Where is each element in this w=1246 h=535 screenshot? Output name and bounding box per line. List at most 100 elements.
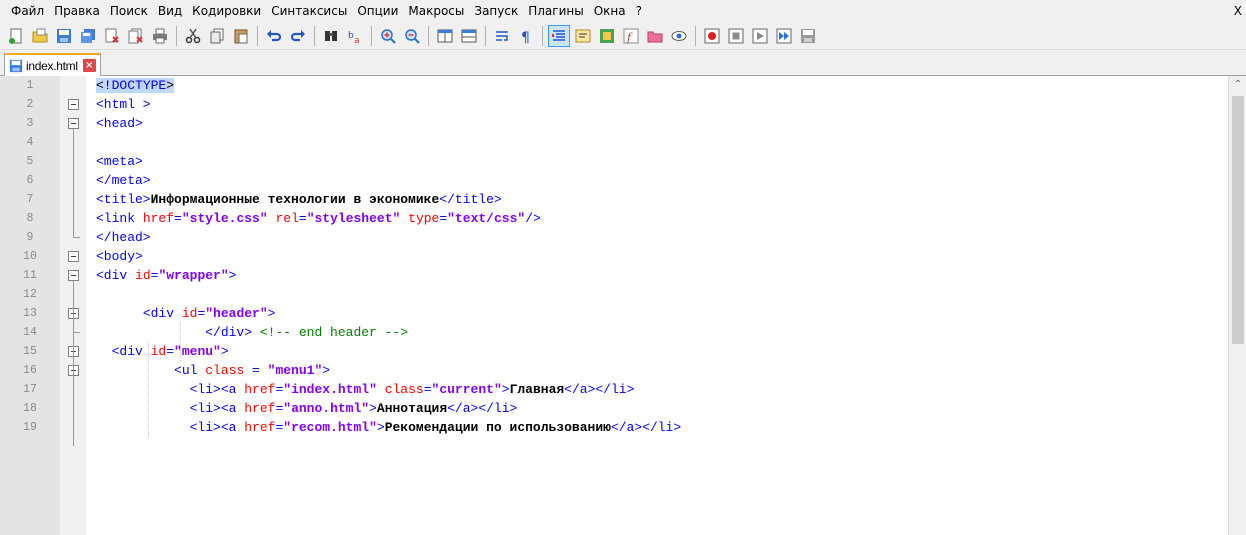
line-number: 15 xyxy=(23,345,37,358)
code-token-tag: = xyxy=(166,344,175,359)
zoom-in-icon[interactable] xyxy=(378,26,398,46)
menu-item-11[interactable]: ? xyxy=(631,0,647,22)
code-token-attr: class xyxy=(384,382,424,397)
redo-icon[interactable] xyxy=(288,26,308,46)
save-all-icon[interactable] xyxy=(78,26,98,46)
code-line[interactable]: </div> <!-- end header --> xyxy=(86,323,1228,342)
svg-text:a: a xyxy=(354,36,360,44)
save-icon[interactable] xyxy=(54,26,74,46)
code-line[interactable] xyxy=(86,285,1228,304)
code-line[interactable]: <div id="menu"> xyxy=(86,342,1228,361)
copy-icon[interactable] xyxy=(207,26,227,46)
close-all-icon[interactable] xyxy=(126,26,146,46)
menu-item-5[interactable]: Синтаксисы xyxy=(266,0,352,22)
code-line[interactable]: <li><a href="anno.html">Аннотация</a></l… xyxy=(86,399,1228,418)
code-area[interactable]: <!DOCTYPE> <html > <head> <meta> </meta> <tit… xyxy=(86,76,1228,535)
word-wrap-icon[interactable] xyxy=(492,26,512,46)
scroll-up-icon[interactable]: ⌃ xyxy=(1229,76,1246,94)
stop-macro-icon[interactable] xyxy=(726,26,746,46)
code-token-val: "index.html" xyxy=(283,382,377,397)
open-file-icon[interactable] xyxy=(30,26,50,46)
code-line[interactable]: <link href="style.css" rel="stylesheet" … xyxy=(86,209,1228,228)
replace-icon[interactable]: ba xyxy=(345,26,365,46)
svg-text:¶: ¶ xyxy=(521,30,530,44)
undo-icon[interactable] xyxy=(264,26,284,46)
code-line[interactable]: <head> xyxy=(86,114,1228,133)
run-macro-multiple-icon[interactable] xyxy=(774,26,794,46)
code-token-tag: <html > xyxy=(96,97,151,112)
menu-item-3[interactable]: Вид xyxy=(153,0,187,22)
menu-item-2[interactable]: Поиск xyxy=(105,0,153,22)
code-line[interactable]: <div id="wrapper"> xyxy=(86,266,1228,285)
find-icon[interactable] xyxy=(321,26,341,46)
menu-item-8[interactable]: Запуск xyxy=(469,0,523,22)
monitoring-icon[interactable] xyxy=(669,26,689,46)
scroll-thumb[interactable] xyxy=(1232,96,1244,344)
code-token-tag: > xyxy=(228,268,237,283)
code-line[interactable]: <li><a href="recom.html">Рекомендации по… xyxy=(86,418,1228,437)
code-line[interactable]: </meta> xyxy=(86,171,1228,190)
code-token-text: Аннотация xyxy=(376,401,448,416)
line-number: 9 xyxy=(26,231,34,244)
menu-item-6[interactable]: Опции xyxy=(352,0,403,22)
code-token-attr: id xyxy=(135,268,151,283)
fold-toggle-icon[interactable] xyxy=(68,99,79,110)
code-token-tag: <link xyxy=(96,211,143,226)
code-line[interactable]: <html > xyxy=(86,95,1228,114)
code-token-text: Информационные технологии в экономике xyxy=(150,192,440,207)
print-icon[interactable] xyxy=(150,26,170,46)
menu-item-0[interactable]: Файл xyxy=(6,0,49,22)
code-token-tag: <head> xyxy=(96,116,143,131)
document-map-icon[interactable] xyxy=(597,26,617,46)
vertical-scrollbar[interactable]: ⌃ xyxy=(1228,76,1246,535)
code-line[interactable]: <body> xyxy=(86,247,1228,266)
folder-workspace-icon[interactable] xyxy=(645,26,665,46)
code-line[interactable]: <title>Информационные технологии в эконо… xyxy=(86,190,1228,209)
save-macro-icon[interactable] xyxy=(798,26,818,46)
sync-horizontal-icon[interactable] xyxy=(459,26,479,46)
line-number: 12 xyxy=(23,288,37,301)
fold-line xyxy=(73,376,74,446)
code-line[interactable]: <li><a href="index.html" class="current"… xyxy=(86,380,1228,399)
code-line[interactable]: <div id="header"> xyxy=(86,304,1228,323)
tab-index-html[interactable]: index.html × xyxy=(4,53,101,76)
menu-item-1[interactable]: Правка xyxy=(49,0,105,22)
fold-toggle-icon[interactable] xyxy=(68,251,79,262)
code-token-tag xyxy=(377,382,385,397)
code-line[interactable]: <meta> xyxy=(86,152,1228,171)
paste-icon[interactable] xyxy=(231,26,251,46)
cut-icon[interactable] xyxy=(183,26,203,46)
menu-item-7[interactable]: Макросы xyxy=(403,0,469,22)
user-language-icon[interactable] xyxy=(573,26,593,46)
toolbar-separator xyxy=(257,25,258,46)
fold-toggle-icon[interactable] xyxy=(68,270,79,281)
close-window-button[interactable]: X xyxy=(1234,0,1242,22)
fold-toggle-icon[interactable] xyxy=(68,118,79,129)
menu-bar: Файл Правка Поиск Вид Кодировки Синтаксисы Опц… xyxy=(0,0,1246,22)
code-line[interactable]: </head> xyxy=(86,228,1228,247)
code-token-val: "stylesheet" xyxy=(306,211,401,226)
indent-guide-icon[interactable] xyxy=(548,24,570,47)
new-file-icon[interactable] xyxy=(6,26,26,46)
code-token-tag: > xyxy=(369,401,377,416)
menu-item-9[interactable]: Плагины xyxy=(523,0,588,22)
tab-close-button[interactable]: × xyxy=(82,59,96,72)
code-token-tag: > xyxy=(501,382,510,397)
code-line[interactable]: <!DOCTYPE> xyxy=(86,76,1228,95)
sync-vertical-icon[interactable] xyxy=(435,26,455,46)
show-all-chars-icon[interactable]: ¶ xyxy=(516,26,536,46)
code-line[interactable] xyxy=(86,133,1228,152)
function-list-icon[interactable]: f xyxy=(621,26,641,46)
close-icon[interactable] xyxy=(102,26,122,46)
menu-item-4[interactable]: Кодировки xyxy=(187,0,266,22)
code-token-doc: <! xyxy=(96,78,112,93)
code-line[interactable]: <ul class = "menu1"> xyxy=(86,361,1228,380)
toolbar-separator xyxy=(314,25,315,46)
record-macro-icon[interactable] xyxy=(702,26,722,46)
zoom-out-icon[interactable] xyxy=(402,26,422,46)
menu-item-10[interactable]: Окна xyxy=(589,0,631,22)
line-number: 1 xyxy=(26,79,34,92)
play-macro-icon[interactable] xyxy=(750,26,770,46)
code-editor[interactable]: 1 2 3 4 5 6 7 8 9 10 11 12 13 14 15 16 17 18 19 <!DOCTYPE>… xyxy=(0,76,1246,535)
